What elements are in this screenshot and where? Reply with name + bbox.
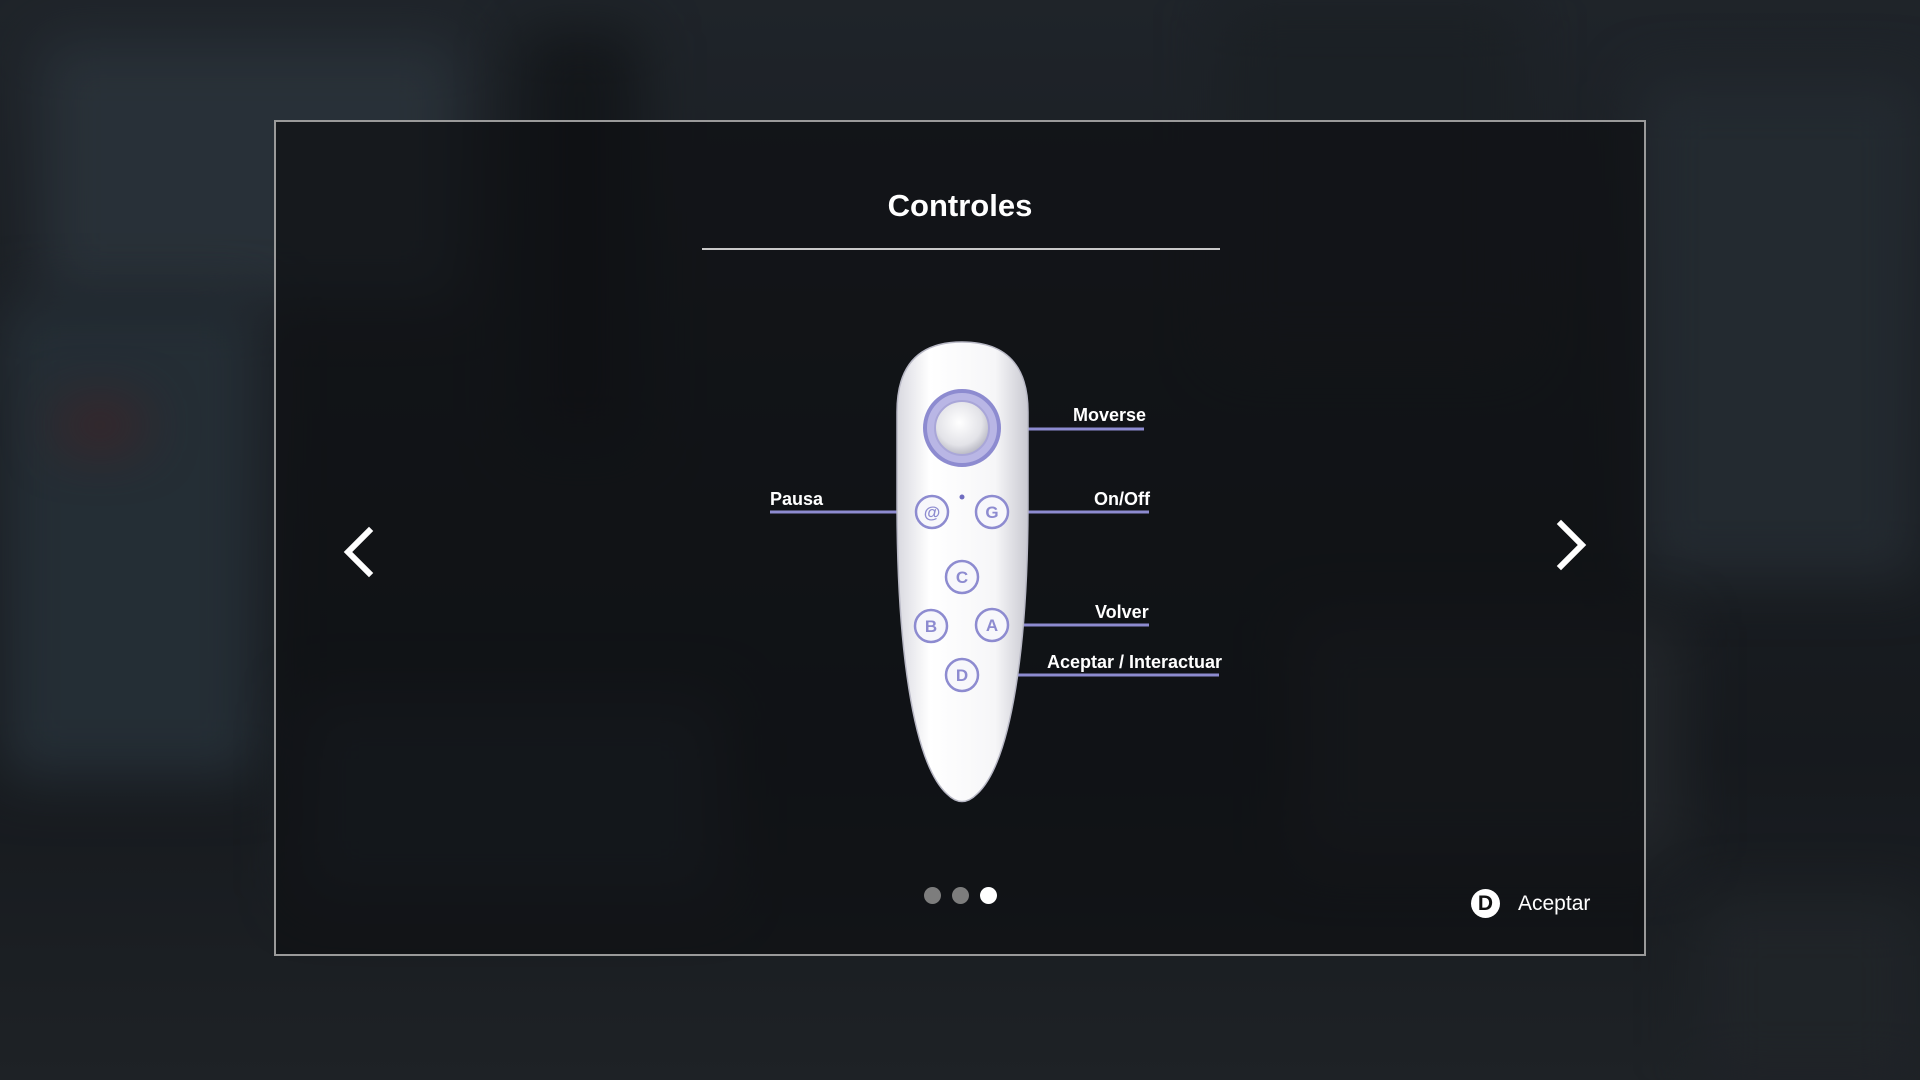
b-glyph: B [925,617,937,636]
page-dot-2[interactable] [952,887,969,904]
d-glyph: D [956,666,968,685]
callout-pause: Pausa [770,489,824,509]
pagination-dots [924,887,997,904]
page-dot-1[interactable] [924,887,941,904]
accept-button[interactable]: D Aceptar [1471,889,1590,918]
remote-diagram: @ G C B A D Moverse Pausa On/Off Volver … [276,122,1644,954]
pause-glyph: @ [924,503,941,522]
c-glyph: C [956,568,968,587]
callout-move: Moverse [1073,405,1147,425]
page-dot-3[interactable] [980,887,997,904]
callout-back: Volver [1095,602,1149,622]
callout-accept: Aceptar / Interactuar [1047,652,1223,672]
a-glyph: A [986,616,998,635]
remote-illustration: @ G C B A D [770,341,1219,803]
callout-power: On/Off [1094,489,1150,509]
accept-label: Aceptar [1518,891,1591,915]
power-glyph: G [985,503,998,522]
d-key-icon: D [1471,889,1500,918]
controls-dialog: Controles @ G C B A D Moverse Pausa On/O… [274,120,1646,956]
